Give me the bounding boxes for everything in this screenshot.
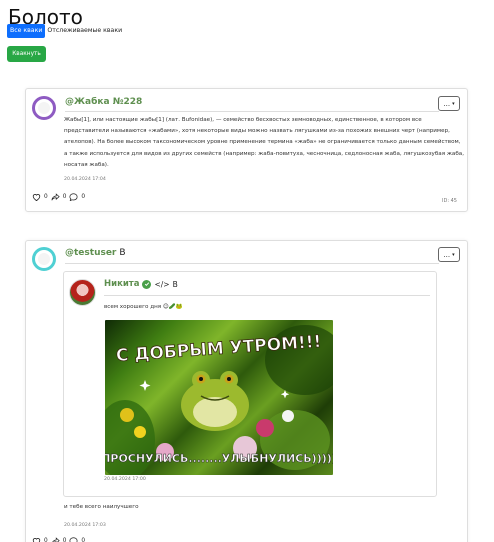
repost-count: 0 xyxy=(62,194,67,200)
repost-text: всем хорошего дня 😊🥒🐸 xyxy=(104,304,183,310)
post-text: Жабы[1], или настоящие жабы[1] (лат. Buf… xyxy=(64,117,464,168)
repost-timestamp: 20.04.2024 17:00 xyxy=(104,477,146,482)
share-arrow-icon[interactable] xyxy=(51,193,60,201)
header-divider xyxy=(65,263,439,264)
caret-down-icon: ▾ xyxy=(452,100,455,107)
heart-icon[interactable] xyxy=(32,193,41,201)
comment-count: 0 xyxy=(81,194,86,200)
speech-bubble-icon[interactable] xyxy=(69,193,78,201)
kvaknut-button[interactable]: Квакнуть xyxy=(7,46,46,62)
post-timestamp: 20.04.2024 17:04 xyxy=(64,177,106,182)
repost-author[interactable]: Никита </> B xyxy=(104,279,178,289)
post-username[interactable]: @Жабка №228 xyxy=(65,97,142,107)
dropdown-dots: ... xyxy=(443,250,451,259)
image-caption-bottom: ПРОСНУЛИСЬ........УЛЫБНУЛИСЬ))))) xyxy=(105,452,333,465)
avatar[interactable] xyxy=(32,247,56,271)
post-timestamp: 20.04.2024 17:03 xyxy=(64,523,106,528)
caret-down-icon: ▾ xyxy=(452,251,455,258)
post-id: ID: 45 xyxy=(442,198,457,204)
repost-count: 0 xyxy=(62,538,67,542)
speech-bubble-icon[interactable] xyxy=(69,537,78,542)
header-divider xyxy=(65,111,439,112)
feed-tabs: Все кваки Отслеживаемые кваки xyxy=(7,24,124,38)
reposted-kvak[interactable]: Никита </> B всем хорошего дня 😊🥒🐸 С ДОБ… xyxy=(63,271,437,497)
like-count: 0 xyxy=(44,538,48,542)
post-username[interactable]: @testuser B xyxy=(65,248,126,258)
frog-greeting-image[interactable]: С ДОБРЫМ УТРОМ!!! ПРОСНУЛИСЬ........УЛЫБ… xyxy=(105,320,333,475)
username-text: @testuser xyxy=(65,248,117,258)
post-options-dropdown[interactable]: ... ▾ xyxy=(438,96,460,111)
avatar[interactable] xyxy=(69,279,96,306)
user-badge: B xyxy=(119,248,126,258)
post-actions: 0 0 0 xyxy=(32,537,85,542)
post-text: и тебе всего наилучшего xyxy=(64,504,139,510)
like-count: 0 xyxy=(44,194,48,200)
tab-all-kvaks[interactable]: Все кваки xyxy=(7,24,46,38)
verified-check-icon xyxy=(142,279,152,289)
avatar[interactable] xyxy=(32,96,56,120)
heart-icon[interactable] xyxy=(32,537,41,542)
tab-following-kvaks[interactable]: Отслеживаемые кваки xyxy=(45,24,124,38)
post-options-dropdown[interactable]: ... ▾ xyxy=(438,247,460,262)
code-icon: </> xyxy=(154,279,170,289)
post-actions: 0 0 0 xyxy=(32,193,85,201)
comment-count: 0 xyxy=(81,538,86,542)
user-badge: B xyxy=(172,279,178,289)
share-arrow-icon[interactable] xyxy=(51,537,60,542)
dropdown-dots: ... xyxy=(443,99,451,108)
repost-author-name: Никита xyxy=(104,279,140,289)
header-divider xyxy=(104,295,430,296)
post-card: @Жабка №228 ... ▾ Жабы[1], или настоящие… xyxy=(25,88,468,212)
frog-image-art: С ДОБРЫМ УТРОМ!!! ПРОСНУЛИСЬ........УЛЫБ… xyxy=(105,325,333,475)
